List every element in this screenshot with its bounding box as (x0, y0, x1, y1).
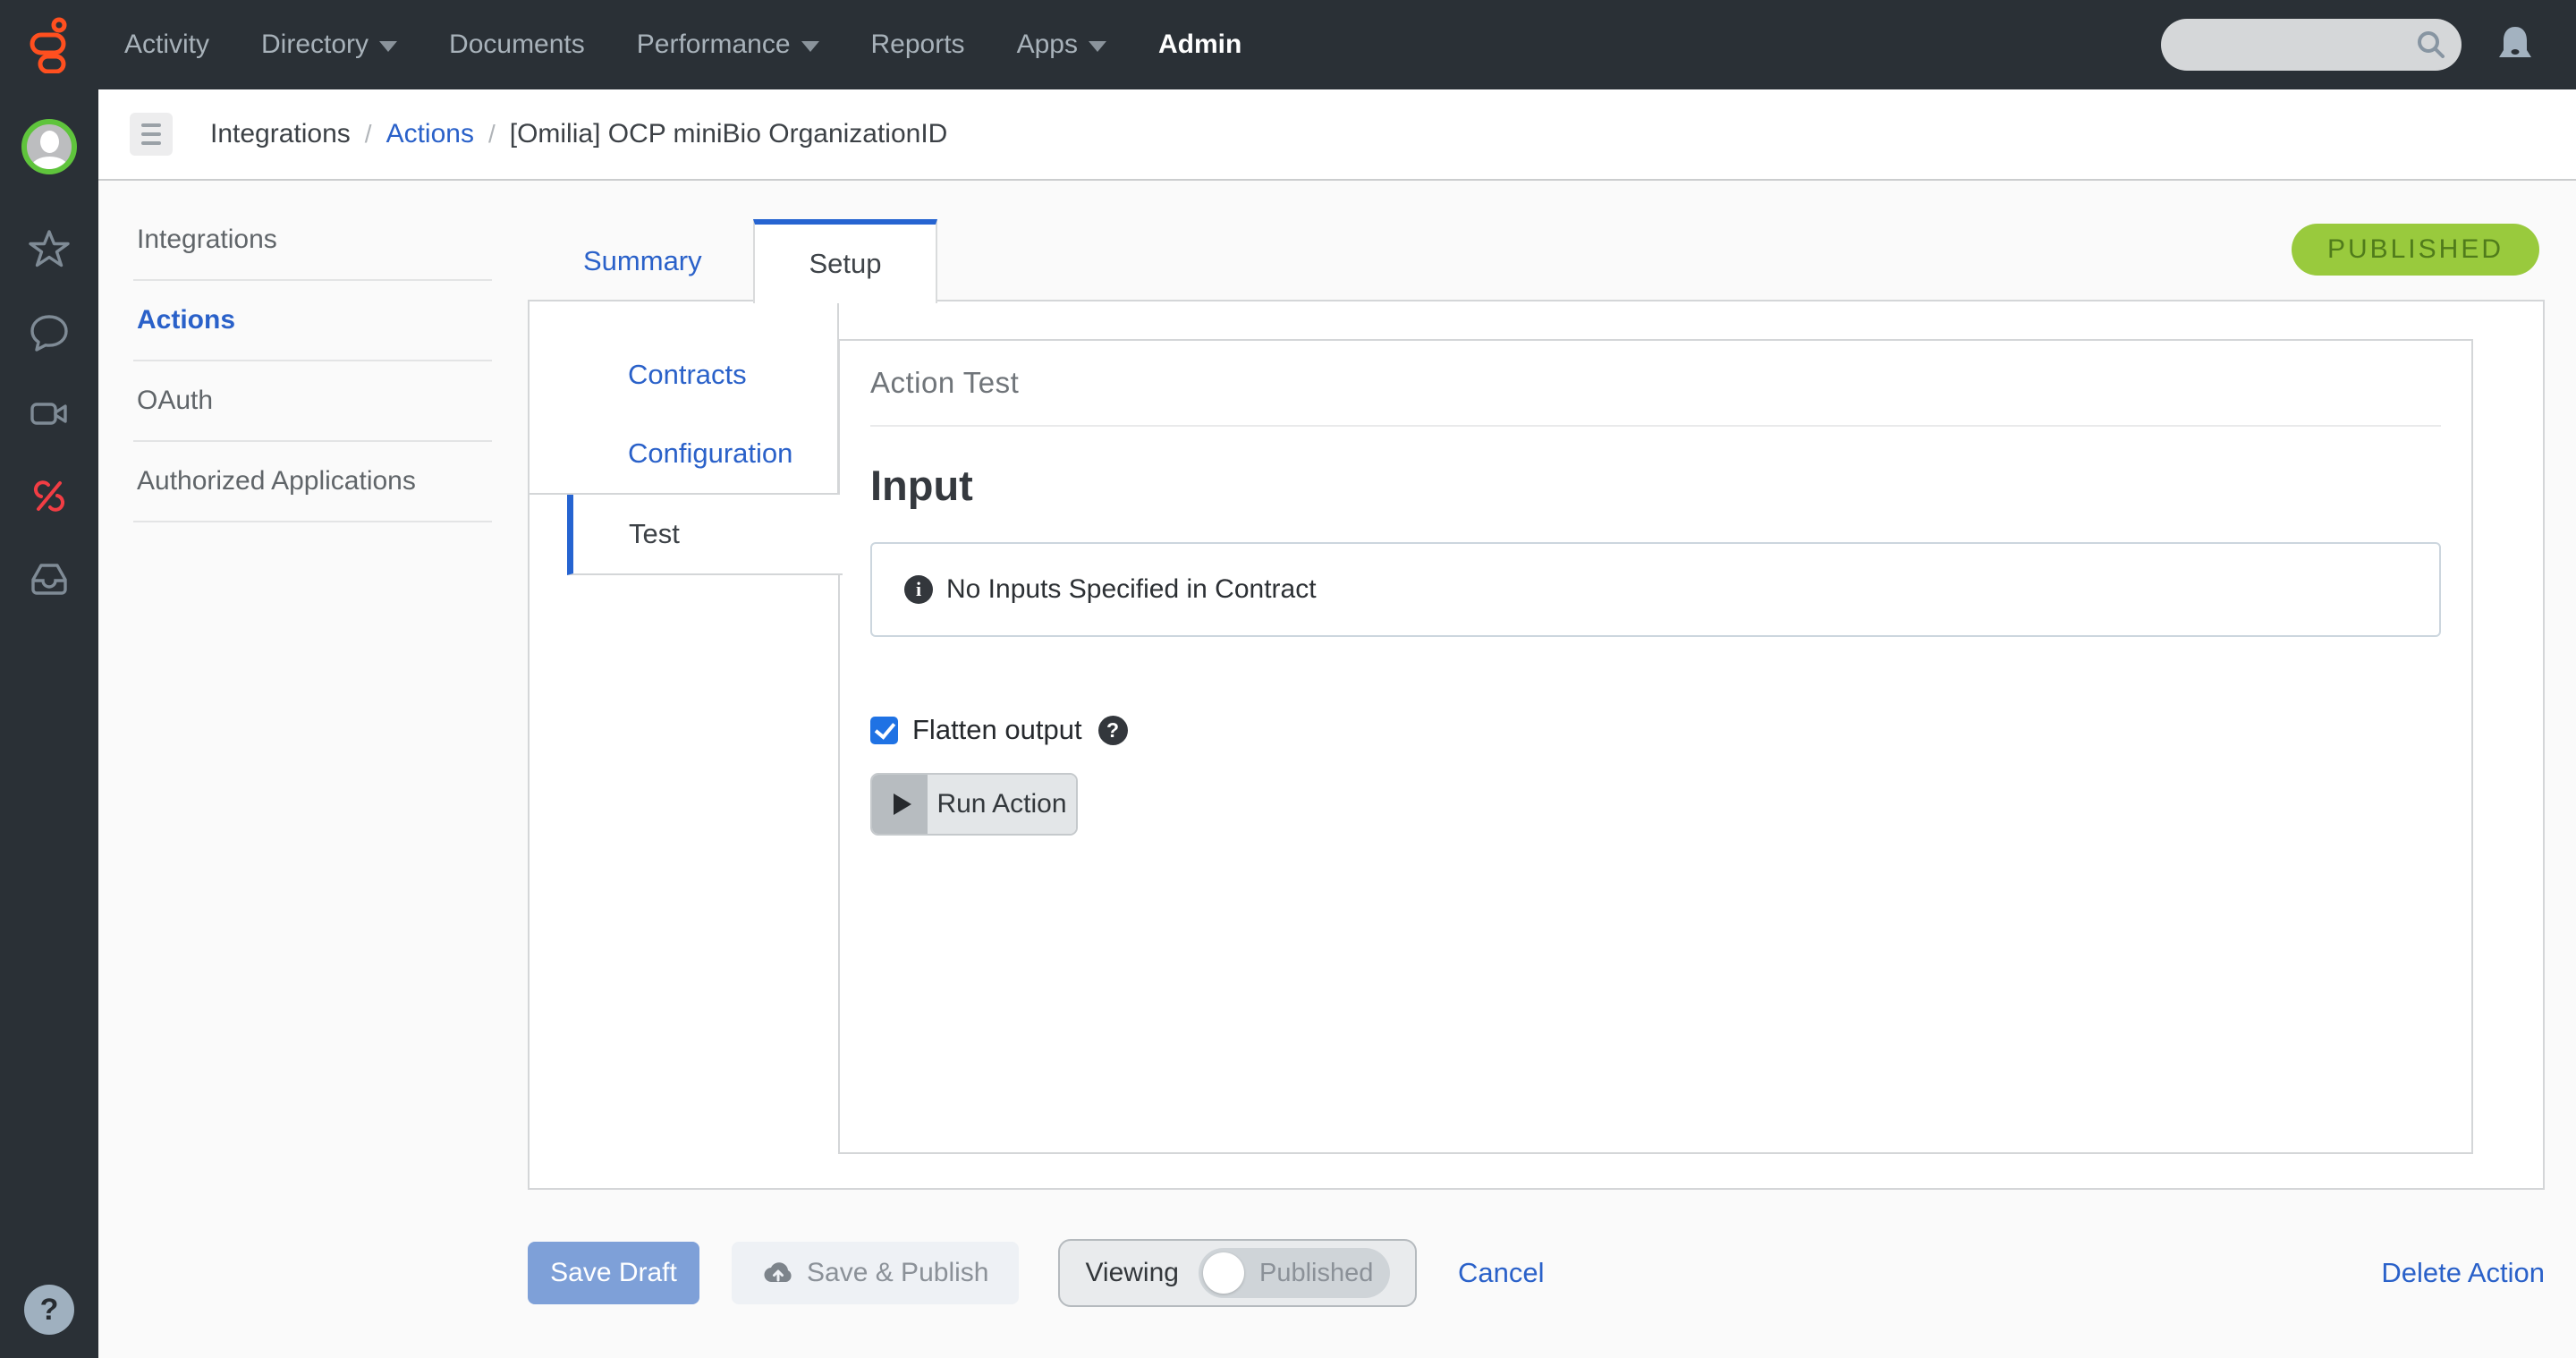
action-tabs-row: Summary Setup PUBLISHED (528, 181, 2545, 303)
search-icon[interactable] (2415, 29, 2447, 61)
chevron-down-icon (1088, 41, 1106, 52)
nav-item-reports[interactable]: Reports (845, 0, 991, 89)
run-action-label: Run Action (928, 775, 1076, 834)
cloud-upload-icon (764, 1262, 792, 1283)
info-message: No Inputs Specified in Contract (946, 574, 1317, 604)
no-inputs-info-box: i No Inputs Specified in Contract (870, 542, 2441, 637)
flatten-output-row[interactable]: Flatten output ? (870, 714, 2441, 746)
sidenav-item-actions[interactable]: Actions (133, 281, 492, 361)
play-icon (872, 775, 928, 834)
breadcrumb-current-page: [Omilia] OCP miniBio OrganizationID (509, 119, 948, 149)
vtab-contracts[interactable]: Contracts (530, 335, 837, 414)
status-badge: PUBLISHED (2291, 224, 2539, 276)
sidenav-item-integrations[interactable]: Integrations (133, 200, 492, 281)
toggle-knob[interactable] (1202, 1252, 1244, 1294)
favorites-star-icon[interactable] (28, 228, 71, 271)
genesys-logo-icon[interactable] (0, 0, 98, 89)
integrations-side-nav: Integrations Actions OAuth Authorized Ap… (133, 200, 492, 522)
top-navigation-bar: Activity Directory Documents Performance… (0, 0, 2576, 89)
chevron-down-icon (801, 41, 819, 52)
setup-panel: Contracts Configuration Test Action Test… (528, 300, 2545, 1190)
viewing-toggle[interactable]: Published (1198, 1248, 1390, 1298)
vtab-configuration[interactable]: Configuration (530, 414, 837, 493)
viewing-label: Viewing (1085, 1258, 1179, 1287)
input-section-heading: Input (870, 462, 973, 509)
action-workarea: Summary Setup PUBLISHED Contracts Config… (528, 181, 2545, 1358)
save-publish-label: Save & Publish (807, 1258, 989, 1287)
info-icon: i (904, 575, 933, 604)
primary-nav: Activity Directory Documents Performance… (98, 0, 1267, 89)
breadcrumb-actions[interactable]: Actions (386, 119, 474, 149)
video-icon[interactable] (28, 393, 71, 436)
viewing-toggle-group: Viewing Published (1058, 1239, 1417, 1307)
tab-summary[interactable]: Summary (583, 245, 702, 277)
help-icon[interactable]: ? (24, 1285, 74, 1335)
flatten-output-label: Flatten output (912, 714, 1082, 745)
phone-disabled-icon[interactable] (28, 475, 71, 518)
action-test-panel: Action Test Input i No Inputs Specified … (838, 339, 2473, 1154)
sidenav-item-authorized-applications[interactable]: Authorized Applications (133, 442, 492, 522)
footer-action-bar: Save Draft Save & Publish Viewing Publis… (528, 1239, 2545, 1307)
menu-toggle-button[interactable] (130, 113, 173, 156)
setup-vertical-tabs: Contracts Configuration Test (530, 301, 843, 575)
notifications-bell-icon[interactable] (2494, 22, 2537, 67)
breadcrumb: Integrations / Actions / [Omilia] OCP mi… (210, 119, 947, 149)
cancel-link[interactable]: Cancel (1458, 1257, 1545, 1289)
nav-item-directory[interactable]: Directory (235, 0, 423, 89)
breadcrumb-integrations[interactable]: Integrations (210, 119, 351, 149)
delete-action-link[interactable]: Delete Action (2381, 1257, 2545, 1289)
global-search (2161, 19, 2462, 71)
chat-icon[interactable] (28, 310, 71, 353)
toggle-state-label: Published (1258, 1258, 1374, 1287)
nav-item-performance[interactable]: Performance (611, 0, 845, 89)
inbox-icon[interactable] (28, 557, 71, 600)
breadcrumb-bar: Integrations / Actions / [Omilia] OCP mi… (98, 89, 2576, 181)
main-content: Integrations Actions OAuth Authorized Ap… (98, 181, 2576, 1358)
chevron-down-icon (379, 41, 398, 52)
tab-setup[interactable]: Setup (753, 219, 937, 303)
breadcrumb-separator: / (487, 120, 496, 148)
nav-item-documents[interactable]: Documents (423, 0, 611, 89)
nav-item-activity[interactable]: Activity (98, 0, 235, 89)
run-action-button[interactable]: Run Action (870, 773, 1078, 836)
vtab-test[interactable]: Test (567, 495, 843, 575)
left-icon-sidebar: ? (0, 89, 98, 1358)
user-avatar[interactable] (21, 119, 77, 174)
flatten-output-checkbox[interactable] (870, 716, 898, 744)
save-draft-button[interactable]: Save Draft (528, 1242, 699, 1304)
panel-title: Action Test (870, 341, 2441, 427)
sidenav-item-oauth[interactable]: OAuth (133, 361, 492, 442)
breadcrumb-separator: / (364, 120, 372, 148)
save-publish-button[interactable]: Save & Publish (732, 1242, 1020, 1304)
nav-item-apps[interactable]: Apps (991, 0, 1132, 89)
flatten-help-icon[interactable]: ? (1097, 715, 1128, 745)
nav-item-admin[interactable]: Admin (1132, 0, 1267, 89)
